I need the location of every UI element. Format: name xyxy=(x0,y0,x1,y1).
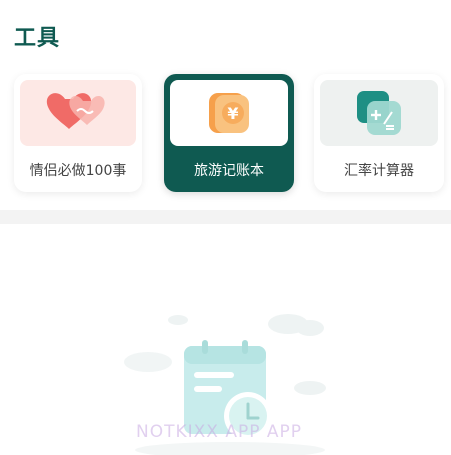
tool-card-label: 情侣必做100事 xyxy=(29,163,127,179)
tool-card-label: 汇率计算器 xyxy=(344,163,414,179)
tool-card-exchange-rate[interactable]: 汇率计算器 xyxy=(314,74,444,192)
tool-card-thumb xyxy=(320,80,438,146)
tool-card-couple-100[interactable]: 情侣必做100事 xyxy=(14,74,142,192)
hearts-icon xyxy=(46,93,105,129)
tool-cards: 情侣必做100事 ¥ 旅游记账本 汇率计算器 xyxy=(0,74,451,194)
tool-card-travel-ledger[interactable]: ¥ 旅游记账本 xyxy=(164,74,294,192)
section-title: 工具 xyxy=(14,26,61,51)
tool-card-thumb xyxy=(20,80,136,146)
tool-card-label: 旅游记账本 xyxy=(194,163,264,179)
calculator-icon xyxy=(357,91,401,135)
yen-wallet-icon: ¥ xyxy=(209,93,249,133)
watermark-text: NOTKIXX APP APP xyxy=(136,422,303,442)
tool-card-thumb: ¥ xyxy=(170,80,288,146)
section-divider xyxy=(0,210,451,224)
svg-text:¥: ¥ xyxy=(227,104,238,123)
